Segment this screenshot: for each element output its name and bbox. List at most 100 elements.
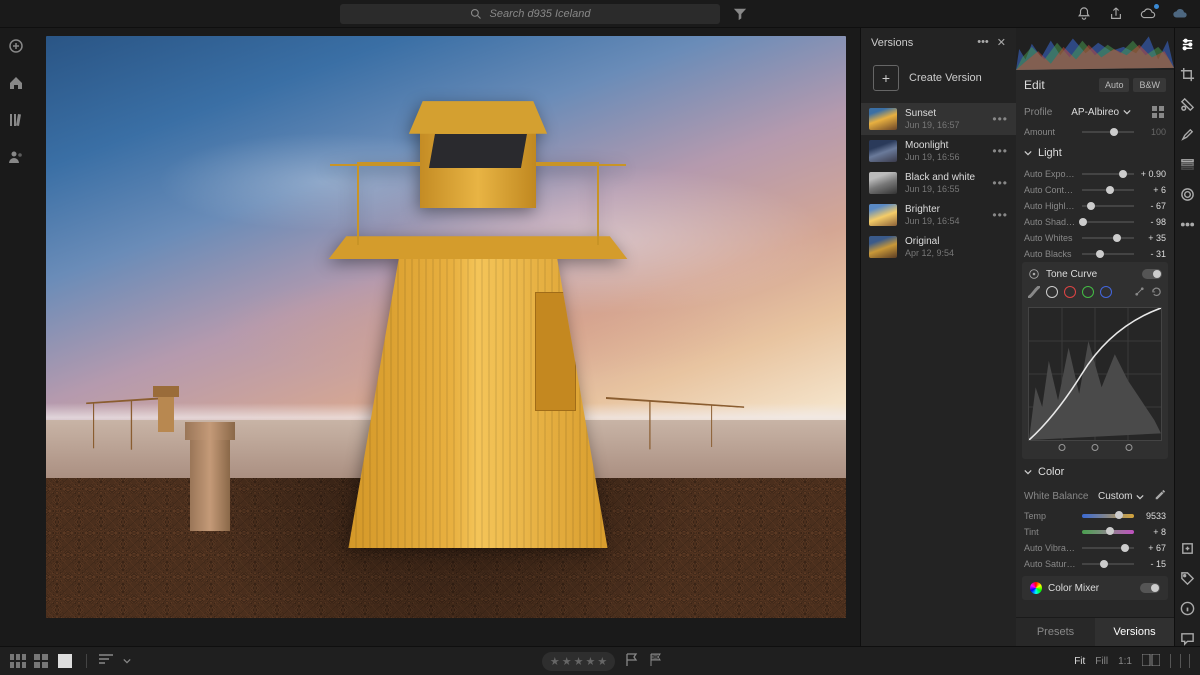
- channel-red[interactable]: [1064, 286, 1076, 298]
- color-mixer-toggle[interactable]: [1140, 583, 1160, 593]
- bw-button[interactable]: B&W: [1133, 78, 1166, 92]
- chevron-down-icon: [1123, 108, 1131, 116]
- home-icon[interactable]: [8, 75, 24, 94]
- comments-icon[interactable]: [1180, 630, 1196, 646]
- wb-select[interactable]: Custom: [1098, 491, 1144, 502]
- more-icon[interactable]: •••: [992, 208, 1008, 222]
- more-icon[interactable]: •••: [992, 176, 1008, 190]
- profile-grid-icon[interactable]: [1150, 104, 1166, 120]
- vibrance-slider[interactable]: [1082, 547, 1134, 549]
- color-mixer-section[interactable]: Color Mixer: [1022, 576, 1168, 600]
- version-item[interactable]: OriginalApr 12, 9:54: [861, 231, 1016, 263]
- slider-label: Auto Expos…: [1024, 169, 1076, 179]
- version-thumb: [869, 108, 897, 130]
- brush-icon[interactable]: [1180, 126, 1196, 142]
- tone-curve-region-sliders[interactable]: [1028, 443, 1162, 453]
- light-slider[interactable]: [1082, 253, 1134, 255]
- filmstrip-toggle-icon[interactable]: [1170, 654, 1190, 668]
- star-icon[interactable]: ★: [597, 655, 607, 668]
- close-icon[interactable]: ✕: [997, 36, 1006, 49]
- tint-slider[interactable]: [1082, 530, 1134, 534]
- grid-view-icon[interactable]: [10, 654, 26, 668]
- light-slider[interactable]: [1082, 221, 1134, 223]
- light-section-toggle[interactable]: Light: [1016, 140, 1174, 166]
- more-icon[interactable]: •••: [992, 112, 1008, 126]
- export-icon[interactable]: [1180, 540, 1196, 556]
- star-icon[interactable]: ★: [586, 655, 596, 668]
- edit-sliders-icon[interactable]: [1180, 36, 1196, 52]
- light-slider[interactable]: [1082, 205, 1134, 207]
- canvas-area: [32, 28, 860, 646]
- auto-button[interactable]: Auto: [1099, 78, 1130, 92]
- histogram[interactable]: [1016, 28, 1174, 70]
- cloud-settings-icon[interactable]: [1172, 6, 1188, 22]
- reset-curve-icon[interactable]: [1151, 286, 1162, 297]
- zoom-1to1[interactable]: 1:1: [1118, 656, 1132, 667]
- version-item[interactable]: BrighterJun 19, 16:54•••: [861, 199, 1016, 231]
- tag-icon[interactable]: [1180, 570, 1196, 586]
- filter-icon[interactable]: [732, 6, 748, 22]
- rating-stars[interactable]: ★ ★ ★ ★ ★: [542, 652, 615, 671]
- create-version-label: Create Version: [909, 72, 982, 84]
- version-date: Jun 19, 16:54: [905, 216, 984, 226]
- notification-icon[interactable]: [1076, 6, 1092, 22]
- sort-icon[interactable]: [99, 654, 115, 668]
- tab-versions[interactable]: Versions: [1095, 618, 1174, 646]
- single-view-icon[interactable]: [58, 654, 74, 668]
- temp-slider[interactable]: [1082, 514, 1134, 518]
- target-adjust-icon[interactable]: [1028, 268, 1040, 280]
- parametric-curve-icon[interactable]: [1028, 286, 1040, 301]
- star-icon[interactable]: ★: [574, 655, 584, 668]
- share-icon[interactable]: [1108, 6, 1124, 22]
- zoom-fit[interactable]: Fit: [1074, 656, 1085, 667]
- channel-luma[interactable]: [1046, 286, 1058, 298]
- eyedropper-icon[interactable]: [1154, 489, 1166, 504]
- flag-reject-icon[interactable]: [649, 653, 663, 670]
- version-item[interactable]: MoonlightJun 19, 16:56•••: [861, 135, 1016, 167]
- star-icon[interactable]: ★: [562, 655, 572, 668]
- slider-value: - 31: [1140, 249, 1166, 259]
- version-item[interactable]: Black and whiteJun 19, 16:55•••: [861, 167, 1016, 199]
- chevron-down-icon: [1024, 149, 1032, 157]
- point-curve-icon[interactable]: [1134, 286, 1145, 297]
- version-item[interactable]: SunsetJun 19, 16:57•••: [861, 103, 1016, 135]
- info-icon[interactable]: [1180, 600, 1196, 616]
- chevron-down-icon[interactable]: [123, 657, 131, 665]
- zoom-fill[interactable]: Fill: [1095, 656, 1108, 667]
- amount-slider[interactable]: [1082, 131, 1134, 133]
- radial-gradient-icon[interactable]: [1180, 186, 1196, 202]
- flag-pick-icon[interactable]: [625, 653, 639, 670]
- linear-gradient-icon[interactable]: [1180, 156, 1196, 172]
- photo-preview[interactable]: [46, 36, 846, 618]
- heal-icon[interactable]: [1180, 96, 1196, 112]
- cloud-sync-icon[interactable]: [1140, 6, 1156, 22]
- tone-curve-toggle[interactable]: [1142, 269, 1162, 279]
- add-icon[interactable]: [8, 38, 24, 57]
- light-slider[interactable]: [1082, 237, 1134, 239]
- chevron-down-icon: [1136, 493, 1144, 501]
- library-icon[interactable]: [8, 112, 24, 131]
- channel-green[interactable]: [1082, 286, 1094, 298]
- version-name: Black and white: [905, 172, 984, 183]
- light-slider[interactable]: [1082, 189, 1134, 191]
- saturation-value: - 15: [1140, 559, 1166, 569]
- crop-icon[interactable]: [1180, 66, 1196, 82]
- people-icon[interactable]: [8, 149, 24, 168]
- profile-select[interactable]: AP-Albireo: [1071, 107, 1131, 118]
- plus-icon: +: [873, 65, 899, 91]
- more-icon[interactable]: •••: [992, 144, 1008, 158]
- saturation-slider[interactable]: [1082, 563, 1134, 565]
- light-slider[interactable]: [1082, 173, 1134, 175]
- tab-presets[interactable]: Presets: [1016, 618, 1095, 646]
- channel-blue[interactable]: [1100, 286, 1112, 298]
- create-version-button[interactable]: + Create Version: [869, 61, 1008, 95]
- tint-label: Tint: [1024, 527, 1076, 537]
- search-input[interactable]: Search d935 Iceland: [340, 4, 720, 24]
- color-section-toggle[interactable]: Color: [1016, 459, 1174, 485]
- square-grid-icon[interactable]: [34, 654, 50, 668]
- tone-curve-grid[interactable]: [1028, 307, 1162, 441]
- more-icon[interactable]: •••: [977, 36, 989, 49]
- compare-icon[interactable]: [1142, 654, 1160, 669]
- star-icon[interactable]: ★: [550, 655, 560, 668]
- more-tools-icon[interactable]: [1180, 216, 1196, 232]
